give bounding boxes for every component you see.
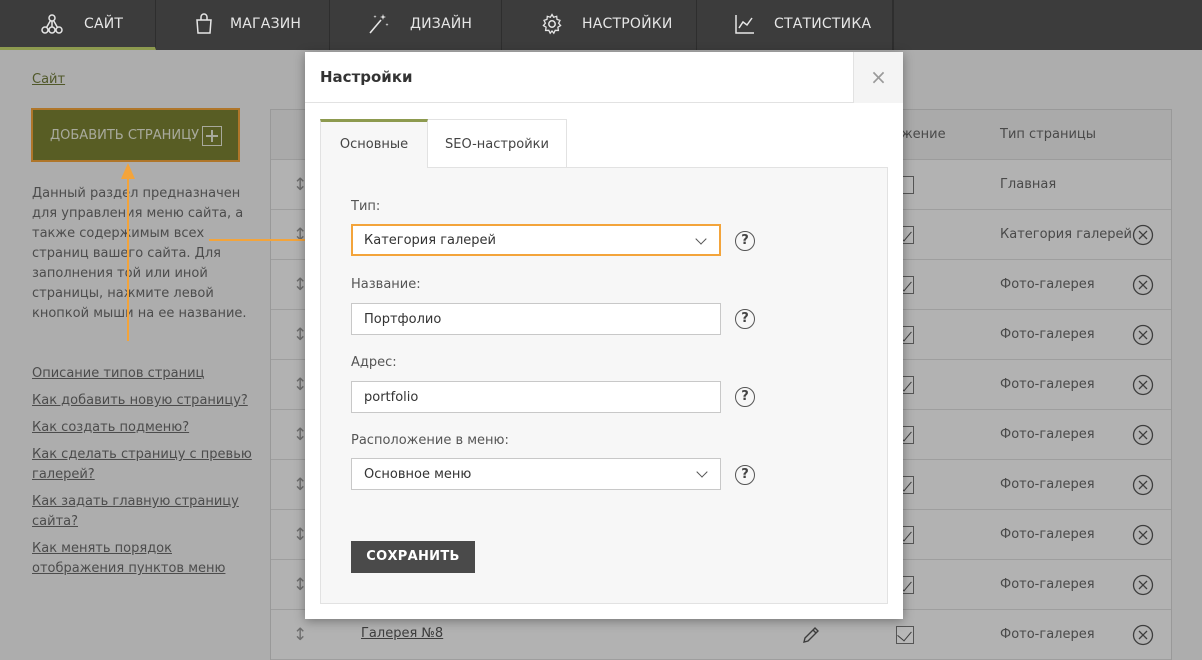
tab-main[interactable]: Основные <box>320 119 428 168</box>
nav-tab-statistics[interactable]: СТАТИСТИКА <box>697 0 893 50</box>
nav-label-site: САЙТ <box>84 16 124 32</box>
address-input-value: portfolio <box>364 390 419 405</box>
address-input[interactable]: portfolio <box>351 381 721 413</box>
nav-tab-shop[interactable]: МАГАЗИН <box>156 0 330 50</box>
settings-form: Тип: Категория галерей ? Название: Портф… <box>320 167 888 604</box>
nav-empty-area <box>893 0 1202 50</box>
gear-icon <box>542 13 562 35</box>
address-help-icon[interactable]: ? <box>735 387 755 407</box>
name-input[interactable]: Портфолио <box>351 303 721 335</box>
nav-tab-settings[interactable]: НАСТРОЙКИ <box>502 0 697 50</box>
chevron-down-icon <box>696 466 708 478</box>
type-select[interactable]: Категория галерей <box>351 224 721 256</box>
nav-label-shop: МАГАЗИН <box>230 16 302 32</box>
top-navigation: САЙТ МАГАЗИН ДИЗАЙН НАСТРОЙКИ СТАТИСТИКА <box>0 0 1202 50</box>
nav-label-design: ДИЗАЙН <box>410 16 473 32</box>
sitemap-icon <box>41 14 63 34</box>
nav-label-statistics: СТАТИСТИКА <box>774 16 872 32</box>
modal-title: Настройки <box>320 68 413 86</box>
name-help-icon[interactable]: ? <box>735 309 755 329</box>
name-input-value: Портфолио <box>364 312 442 327</box>
modal-tabs: Основные SEO-настройки <box>320 119 888 168</box>
save-button[interactable]: СОХРАНИТЬ <box>351 541 475 573</box>
menu-position-label: Расположение в меню: <box>351 433 509 448</box>
menu-position-help-icon[interactable]: ? <box>735 465 755 485</box>
close-icon[interactable]: × <box>853 52 903 103</box>
settings-modal: Настройки × Основные SEO-настройки Тип: … <box>305 52 903 619</box>
nav-label-settings: НАСТРОЙКИ <box>582 16 673 32</box>
annotation-arrowhead-up <box>121 163 135 179</box>
line-chart-icon <box>735 15 754 34</box>
chevron-down-icon <box>695 233 707 245</box>
menu-position-select[interactable]: Основное меню <box>351 458 721 490</box>
shopping-bag-icon <box>196 13 212 34</box>
tab-seo[interactable]: SEO-настройки <box>427 119 567 168</box>
type-select-value: Категория галерей <box>364 233 497 248</box>
menu-position-value: Основное меню <box>364 467 472 482</box>
magic-wand-icon <box>369 14 389 34</box>
name-label: Название: <box>351 277 421 292</box>
type-label: Тип: <box>351 199 381 214</box>
nav-tab-site[interactable]: САЙТ <box>0 0 156 50</box>
address-label: Адрес: <box>351 355 397 370</box>
type-help-icon[interactable]: ? <box>735 231 755 251</box>
annotation-line-vertical <box>127 178 129 341</box>
nav-tab-design[interactable]: ДИЗАЙН <box>330 0 502 50</box>
modal-header: Настройки × <box>305 52 903 103</box>
